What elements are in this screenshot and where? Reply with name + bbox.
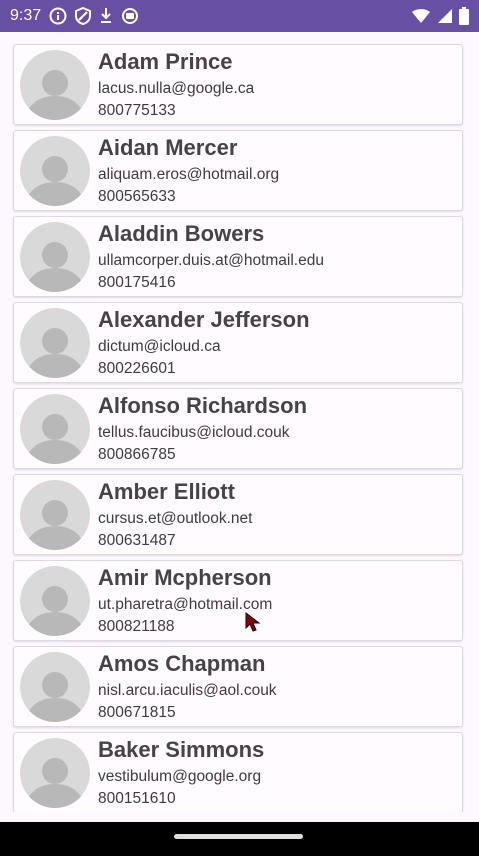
contact-email: ullamcorper.duis.at@hotmail.edu [98,252,324,269]
contact-phone: 800226601 [98,360,176,377]
contact-phone: 800151610 [98,790,176,807]
shield-icon [75,7,92,25]
contact-info: Baker Simmons vestibulum@google.org 800151… [98,733,264,812]
avatar-placeholder-icon [20,651,90,722]
contact-card[interactable]: Amir Mcpherson ut.pharetra@hotmail.com 800… [13,560,463,641]
contact-email: lacus.nulla@google.ca [98,80,255,97]
avatar-placeholder-icon [20,135,90,206]
sync-icon [121,7,139,25]
contact-info: Alexander Jefferson dictum@icloud.ca 80022… [98,303,310,382]
contact-card[interactable]: Aladdin Bowers ullamcorper.duis.at@hotmai… [13,216,463,297]
wifi-icon [411,8,431,24]
home-gesture-handle[interactable] [174,834,303,839]
navigation-bar [0,822,479,856]
contact-name: Amber Elliott [98,479,235,504]
contact-card[interactable]: Alfonso Richardson tellus.faucibus@icloud… [13,388,463,469]
contact-name: Alfonso Richardson [98,393,308,418]
contact-list[interactable]: Adam Prince lacus.nulla@google.ca 80077513… [0,32,479,812]
contact-name: Amos Chapman [98,651,266,676]
contact-email: aliquam.eros@hotmail.org [98,166,280,183]
signal-icon [437,8,453,24]
contact-card[interactable]: Alexander Jefferson dictum@icloud.ca 80022… [13,302,463,383]
avatar-placeholder-icon [20,737,90,808]
contact-info: Adam Prince lacus.nulla@google.ca 80077513… [98,45,254,124]
contact-name: Amir Mcpherson [98,565,272,590]
notification-icons [49,7,139,25]
avatar-placeholder-icon [20,221,90,292]
contact-phone: 800175416 [98,274,176,291]
contact-name: Baker Simmons [98,737,265,762]
status-bar: 9:37 [0,0,479,32]
mouse-cursor-icon [245,611,261,639]
contact-email: vestibulum@google.org [98,768,262,785]
contact-info: Alfonso Richardson tellus.faucibus@icloud… [98,389,307,468]
contact-card[interactable]: Amos Chapman nisl.arcu.iaculis@aol.couk 80… [13,646,463,727]
avatar-placeholder-icon [20,307,90,378]
contact-card[interactable]: Baker Simmons vestibulum@google.org 800151… [13,732,463,812]
contact-phone: 800866785 [98,446,176,463]
contact-phone: 800671815 [98,704,176,721]
contact-card[interactable]: Aidan Mercer aliquam.eros@hotmail.org 8005… [13,130,463,211]
contact-email: tellus.faucibus@icloud.couk [98,424,290,441]
contact-info: Amber Elliott cursus.et@outlook.net 800631… [98,475,252,554]
contact-name: Adam Prince [98,49,233,74]
contact-phone: 800565633 [98,188,176,205]
contact-name: Aidan Mercer [98,135,238,160]
contact-phone: 800775133 [98,102,176,119]
avatar-placeholder-icon [20,393,90,464]
contact-email: cursus.et@outlook.net [98,510,253,527]
status-time: 9:37 [10,7,42,24]
battery-icon [459,7,469,25]
contact-card[interactable]: Adam Prince lacus.nulla@google.ca 80077513… [13,44,463,125]
download-icon [99,7,113,25]
info-icon [49,7,67,25]
avatar-placeholder-icon [20,479,90,550]
contact-info: Aladdin Bowers ullamcorper.duis.at@hotmai… [98,217,324,296]
system-icons [411,7,469,25]
contact-email: nisl.arcu.iaculis@aol.couk [98,682,277,699]
contact-card[interactable]: Amber Elliott cursus.et@outlook.net 800631… [13,474,463,555]
contact-name: Aladdin Bowers [98,221,265,246]
contact-info: Aidan Mercer aliquam.eros@hotmail.org 8005… [98,131,279,210]
contact-phone: 800631487 [98,532,176,549]
avatar-placeholder-icon [20,49,90,120]
avatar-placeholder-icon [20,565,90,636]
contact-info: Amos Chapman nisl.arcu.iaculis@aol.couk 80… [98,647,277,726]
contact-name: Alexander Jefferson [98,307,310,332]
contact-email: dictum@icloud.ca [98,338,221,355]
